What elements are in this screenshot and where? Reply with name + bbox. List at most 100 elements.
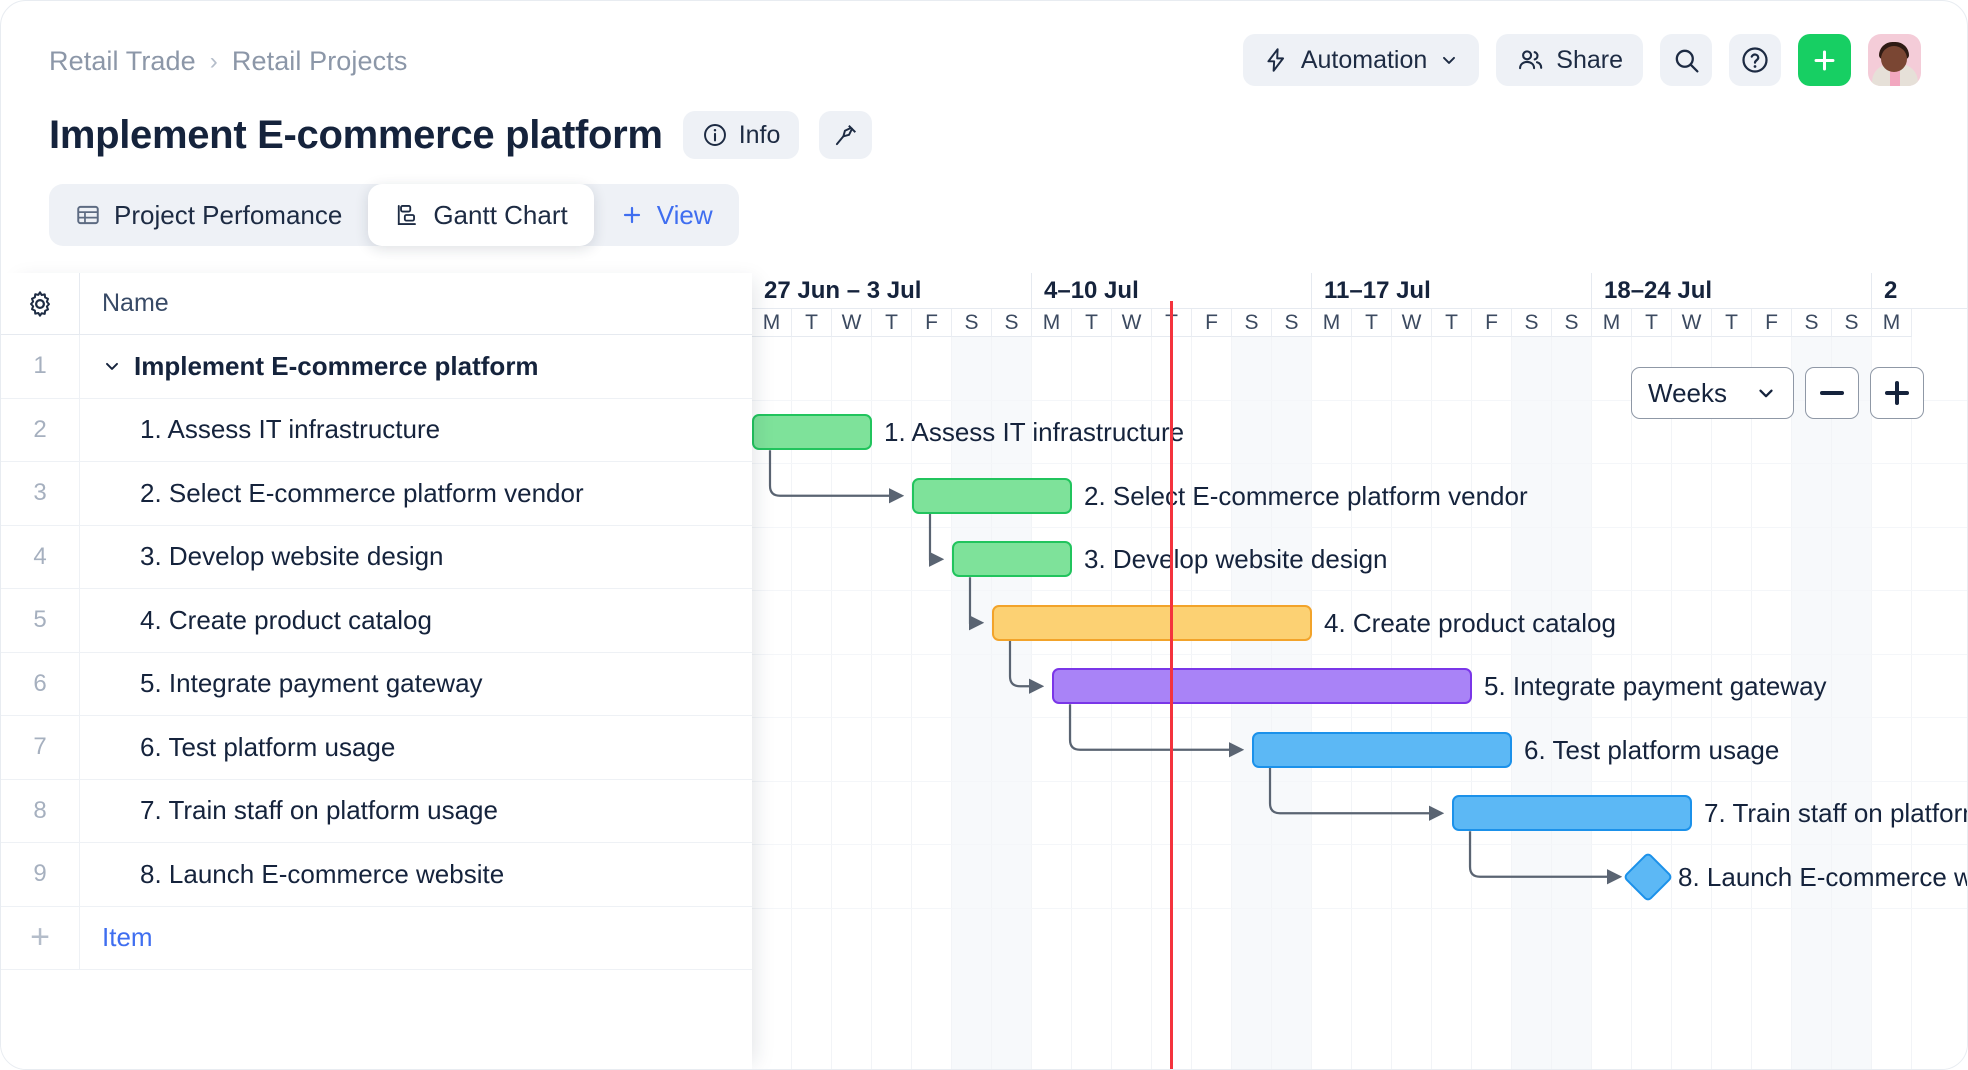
gantt-icon (394, 202, 420, 228)
gantt-bar[interactable] (912, 478, 1072, 514)
gantt-bar-label: 4. Create product catalog (1324, 605, 1616, 641)
pin-icon (833, 122, 859, 148)
gantt-bar[interactable] (1452, 795, 1692, 831)
table-row[interactable]: 2 1. Assess IT infrastructure (1, 399, 752, 463)
row-name-text: 7. Train staff on platform usage (140, 795, 498, 826)
row-name-text: 6. Test platform usage (140, 732, 395, 763)
gantt-zoom-controls: Weeks (1631, 367, 1924, 419)
automation-button[interactable]: Automation (1243, 34, 1479, 86)
share-label: Share (1556, 46, 1623, 75)
dependency-arrow (970, 577, 982, 623)
automation-label: Automation (1301, 46, 1427, 75)
info-label: Info (739, 121, 781, 150)
breadcrumb-board[interactable]: Retail Projects (232, 46, 408, 77)
gantt-bar-label: 5. Integrate payment gateway (1484, 668, 1827, 704)
plus-icon (1811, 47, 1838, 74)
table-row[interactable]: 7 6. Test platform usage (1, 716, 752, 780)
row-name-cell[interactable]: 6. Test platform usage (79, 716, 752, 780)
breadcrumb-separator-icon: › (210, 48, 218, 76)
help-button[interactable] (1729, 34, 1781, 86)
table-row[interactable]: 54. Create product catalog (1, 589, 752, 653)
gantt-app-window: Retail Trade › Retail Projects Automatio… (0, 0, 1968, 1070)
timescale-value: Weeks (1648, 378, 1727, 409)
breadcrumb-workspace[interactable]: Retail Trade (49, 46, 196, 77)
dependency-arrow (1470, 831, 1620, 877)
row-number: 3 (1, 479, 79, 507)
zoom-in-button[interactable] (1870, 367, 1924, 419)
row-name-text: 1. Assess IT infrastructure (140, 414, 440, 445)
title-row: Implement E-commerce platform Info (49, 111, 872, 159)
add-item-row[interactable]: +Item (1, 907, 752, 971)
breadcrumb: Retail Trade › Retail Projects (49, 46, 407, 77)
gantt-bar-label: 1. Assess IT infrastructure (884, 414, 1184, 450)
tab-label: Gantt Chart (433, 200, 567, 231)
row-name-cell[interactable]: 3. Develop website design (79, 525, 752, 589)
table-row[interactable]: 32. Select E-commerce platform vendor (1, 462, 752, 526)
avatar[interactable] (1868, 34, 1921, 86)
add-row-plus-icon[interactable]: + (1, 918, 79, 957)
chevron-down-icon (1755, 382, 1777, 404)
row-name-cell[interactable]: Implement E-commerce platform (79, 335, 752, 399)
plus-icon (620, 203, 644, 227)
top-bar: Retail Trade › Retail Projects Automatio… (1, 1, 1968, 101)
gantt-bar[interactable] (752, 414, 872, 450)
tab-add-view[interactable]: View (594, 184, 739, 246)
row-name-text: 8. Launch E-commerce website (140, 859, 504, 890)
dependency-arrow (930, 514, 942, 560)
table-row[interactable]: 43. Develop website design (1, 526, 752, 590)
zoom-out-button[interactable] (1805, 367, 1859, 419)
search-button[interactable] (1660, 34, 1712, 86)
row-name-text: Implement E-commerce platform (134, 351, 539, 382)
people-icon (1516, 46, 1544, 74)
row-name-cell[interactable]: 8. Launch E-commerce website (79, 843, 752, 907)
row-name-cell[interactable]: 5. Integrate payment gateway (79, 652, 752, 716)
table-header-row: Name (1, 273, 752, 335)
gantt-bar[interactable] (1252, 732, 1512, 768)
today-marker-line (1170, 301, 1173, 1070)
gantt-bar-label: 6. Test platform usage (1524, 732, 1779, 768)
row-name-text: 5. Integrate payment gateway (140, 668, 483, 699)
row-name-cell[interactable]: 2. Select E-commerce platform vendor (79, 462, 752, 526)
table-row[interactable]: 1Implement E-commerce platform (1, 335, 752, 399)
row-number: 2 (1, 416, 79, 444)
table-row[interactable]: 98. Launch E-commerce website (1, 843, 752, 907)
add-item-label[interactable]: Item (79, 906, 752, 970)
table-row[interactable]: 8 7. Train staff on platform usage (1, 780, 752, 844)
tab-project-perfomance[interactable]: Project Perfomance (49, 184, 368, 246)
dependency-arrow (1010, 641, 1042, 687)
gantt-bar[interactable] (1052, 668, 1472, 704)
gantt-bar[interactable] (952, 541, 1072, 577)
row-number: 8 (1, 797, 79, 825)
timescale-select[interactable]: Weeks (1631, 367, 1794, 419)
plus-icon (1885, 381, 1909, 405)
column-header-name[interactable]: Name (79, 273, 752, 335)
info-icon (702, 122, 728, 148)
table-row[interactable]: 65. Integrate payment gateway (1, 653, 752, 717)
share-button[interactable]: Share (1496, 34, 1643, 86)
row-name-cell[interactable]: 7. Train staff on platform usage (79, 779, 752, 843)
tab-gantt-chart[interactable]: Gantt Chart (368, 184, 593, 246)
tab-label: Project Perfomance (114, 200, 342, 231)
task-table-body: 1Implement E-commerce platform 2 1. Assess… (1, 335, 752, 970)
dependency-arrow (1070, 704, 1242, 750)
gantt-bar-label: 7. Train staff on platform usage (1704, 795, 1968, 831)
dependency-arrow (1270, 768, 1442, 814)
avatar-face (1881, 46, 1907, 72)
gantt-bar[interactable] (992, 605, 1312, 641)
row-number: 7 (1, 733, 79, 761)
gantt-chart-pane[interactable]: 27 Jun – 3 Jul4–10 Jul11–17 Jul18–24 Jul… (752, 273, 1968, 1070)
gantt-bar-label: 3. Develop website design (1084, 541, 1388, 577)
pin-button[interactable] (819, 111, 872, 159)
settings-gear-icon (25, 289, 55, 319)
chevron-down-icon[interactable] (102, 356, 122, 376)
chevron-down-icon (1439, 50, 1459, 70)
page-title: Implement E-commerce platform (49, 113, 663, 158)
row-name-text: 3. Develop website design (140, 541, 444, 572)
settings-button[interactable] (1, 289, 79, 319)
info-button[interactable]: Info (683, 111, 800, 159)
task-table-pane: Name 1Implement E-commerce platform 2 1. A… (1, 273, 752, 1070)
row-name-cell[interactable]: 1. Assess IT infrastructure (79, 398, 752, 462)
add-button[interactable] (1798, 34, 1851, 86)
row-name-cell[interactable]: 4. Create product catalog (79, 589, 752, 653)
search-icon (1672, 46, 1701, 75)
